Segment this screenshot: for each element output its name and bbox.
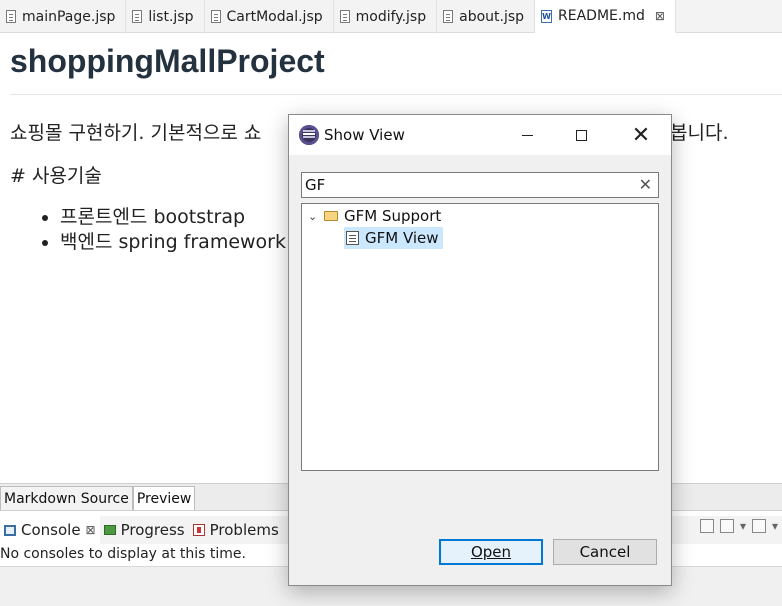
problems-icon [192, 524, 205, 536]
dialog-titlebar: Show View ✕ [289, 115, 671, 155]
file-icon [443, 10, 454, 23]
filter-field[interactable]: ✕ [301, 172, 659, 198]
chevron-down-icon[interactable]: ▾ [740, 519, 746, 533]
file-icon [132, 10, 143, 23]
list-item: 백엔드 spring framework M [60, 230, 308, 255]
view-tree: ⌄ GFM Support GFM View [301, 203, 659, 471]
tab-markdown-source[interactable]: Markdown Source [0, 486, 133, 510]
tab-label: about.jsp [459, 8, 525, 25]
tab-label: modify.jsp [355, 8, 427, 25]
tab-modify-jsp[interactable]: modify.jsp [334, 0, 438, 33]
open-button-label: Open [470, 543, 512, 561]
clear-filter-icon[interactable]: ✕ [639, 175, 652, 194]
tab-preview[interactable]: Preview [132, 486, 196, 510]
view-icon [346, 231, 359, 245]
show-view-dialog: Show View ✕ ✕ ⌄ GFM Support GFM View Ope… [288, 114, 672, 586]
document-paragraph: 쇼핑몰 구현하기. 기본적으로 쇼 [10, 122, 262, 144]
open-console-icon[interactable] [751, 519, 766, 533]
document-title: shoppingMallProject [10, 43, 325, 79]
eclipse-icon [299, 125, 319, 145]
editor-tab-bar: mainPage.jsp list.jsp CartModal.jsp modi… [0, 0, 782, 33]
document-heading: # 사용기술 [10, 165, 102, 187]
cancel-button-label: Cancel [579, 543, 631, 561]
dialog-title: Show View [324, 126, 405, 144]
tab-list-jsp[interactable]: list.jsp [126, 0, 205, 33]
tab-readme-md[interactable]: W README.md ⊠ [535, 0, 676, 33]
tree-item-label: GFM View [365, 229, 439, 247]
tab-close-icon[interactable]: ⊠ [86, 523, 96, 537]
tab-label: README.md [558, 8, 645, 24]
cancel-button[interactable]: Cancel [553, 539, 657, 565]
tab-progress[interactable]: Progress [100, 516, 189, 544]
tree-item-gfm-support[interactable]: ⌄ GFM Support [308, 205, 441, 227]
minimize-icon [521, 134, 533, 136]
chevron-down-icon[interactable]: ▾ [772, 519, 778, 533]
tab-mainpage-jsp[interactable]: mainPage.jsp [0, 0, 127, 33]
tree-item-gfm-view[interactable]: GFM View [344, 227, 443, 249]
file-icon [210, 10, 221, 23]
tree-item-label: GFM Support [344, 207, 442, 225]
tab-cartmodal-jsp[interactable]: CartModal.jsp [205, 0, 334, 33]
tab-console[interactable]: Console ⊠ [0, 516, 100, 544]
close-icon: ✕ [631, 122, 651, 148]
tab-label: CartModal.jsp [226, 8, 323, 25]
console-toolbar: ▾ ▾ [699, 519, 778, 533]
console-icon [4, 524, 16, 536]
file-icon [339, 10, 350, 23]
chevron-down-icon[interactable]: ⌄ [308, 210, 318, 223]
filter-input[interactable] [305, 176, 625, 194]
tab-close-icon[interactable]: ⊠ [655, 9, 665, 23]
tab-problems[interactable]: Problems [189, 516, 283, 544]
word-file-icon: W [541, 9, 553, 23]
tab-label: Console [21, 521, 81, 539]
list-item: 프론트엔드 bootstrap [60, 205, 308, 230]
title-divider [10, 94, 782, 95]
maximize-button[interactable] [561, 123, 601, 147]
console-message: No consoles to display at this time. [0, 546, 246, 562]
pin-console-icon[interactable] [699, 519, 714, 533]
close-button[interactable]: ✕ [621, 122, 661, 148]
tab-label: list.jsp [148, 8, 194, 25]
maximize-icon [575, 129, 587, 141]
tab-label: Problems [209, 521, 279, 539]
folder-open-icon [324, 211, 338, 221]
file-icon [6, 10, 16, 23]
tab-label: mainPage.jsp [22, 8, 116, 25]
document-bullet-list: 프론트엔드 bootstrap 백엔드 spring framework M [40, 205, 308, 255]
progress-icon [103, 525, 116, 535]
document-paragraph-end: 봅니다. [670, 122, 729, 144]
display-console-icon[interactable] [719, 519, 734, 533]
tab-label: Progress [120, 521, 185, 539]
minimize-button[interactable] [507, 123, 547, 147]
tab-about-jsp[interactable]: about.jsp [437, 0, 536, 33]
open-button[interactable]: Open [439, 539, 543, 565]
